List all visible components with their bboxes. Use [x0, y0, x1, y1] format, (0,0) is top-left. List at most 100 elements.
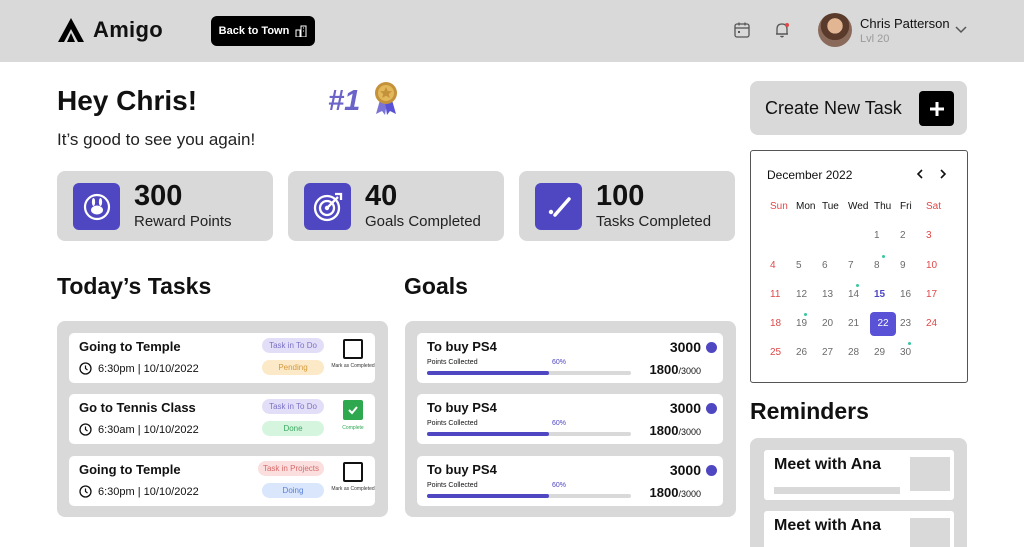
calendar-day[interactable]: 24	[924, 318, 950, 347]
bunny-icon	[73, 183, 120, 230]
task-category-badge: Task in To Do	[262, 338, 324, 353]
calendar-day[interactable]: 2	[898, 230, 924, 259]
calendar-day[interactable]: 17	[924, 289, 950, 318]
task-time: 6:30pm | 10/10/2022	[79, 485, 199, 498]
brand-name: Amigo	[93, 17, 163, 42]
create-task-label: Create New Task	[765, 98, 902, 118]
reminder-placeholder-line	[774, 487, 900, 494]
user-profile[interactable]: Chris Patterson Lvl 20	[818, 13, 950, 47]
bell-icon[interactable]	[773, 21, 791, 39]
calendar-day[interactable]: 28	[846, 347, 872, 376]
calendar-day[interactable]: 19	[794, 313, 820, 347]
calendar-day[interactable]: 18	[768, 318, 794, 347]
calendar-day[interactable]: 7	[846, 260, 872, 289]
goal-max-value: /3000	[678, 366, 701, 376]
mark-complete-label: Mark as Completed	[331, 486, 375, 492]
task-checkbox[interactable]	[343, 339, 363, 359]
chevron-left-icon[interactable]	[914, 168, 926, 180]
goal-progress-fill	[427, 371, 550, 375]
task-status-badge: Pending	[262, 360, 324, 375]
calendar-day[interactable]: 26	[794, 347, 820, 376]
calendar-empty-cell	[794, 230, 820, 259]
task-checkbox[interactable]	[343, 462, 363, 482]
event-dot	[856, 283, 859, 287]
goal-current: 1800/3000	[650, 423, 701, 438]
calendar-day[interactable]: 4	[768, 260, 794, 289]
task-time-text: 6:30pm | 10/10/2022	[98, 362, 199, 375]
calendar-day[interactable]: 5	[794, 260, 820, 289]
calendar-day[interactable]: 9	[898, 260, 924, 289]
reminder-thumbnail	[910, 457, 950, 491]
task-category-badge: Task in To Do	[262, 399, 324, 414]
task-time: 6:30pm | 10/10/2022	[79, 362, 199, 375]
goal-percent: 60%	[552, 420, 567, 427]
goal-subtitle: Points Collected	[427, 482, 478, 489]
task-card[interactable]: Going to Temple 6:30pm | 10/10/2022 Task…	[69, 456, 375, 506]
calendar-day[interactable]: 25	[768, 347, 794, 376]
goal-points: 3000	[669, 339, 701, 355]
task-time: 6:30am | 10/10/2022	[79, 423, 199, 436]
calendar-day[interactable]: 1	[872, 230, 898, 259]
calendar-day[interactable]: 13	[820, 289, 846, 318]
calendar-day[interactable]: 10	[924, 260, 950, 289]
goal-subtitle: Points Collected	[427, 420, 478, 427]
calendar-empty-cell	[820, 230, 846, 259]
goal-progress-fill	[427, 494, 550, 498]
calendar-day[interactable]: 11	[768, 289, 794, 318]
goal-title: To buy PS4	[427, 462, 497, 477]
goal-max-value: /3000	[678, 427, 701, 437]
buildings-icon	[295, 25, 307, 37]
goal-progress-fill	[427, 432, 550, 436]
calendar-day[interactable]: 20	[820, 318, 846, 347]
calendar-day[interactable]: 8	[872, 254, 898, 289]
calendar-weekday: Sat	[926, 201, 942, 212]
mark-complete-label: Mark as Completed	[331, 363, 375, 369]
calendar-month: December 2022	[767, 168, 853, 182]
amigo-logo-icon	[58, 18, 84, 42]
calendar-day[interactable]: 16	[898, 289, 924, 318]
calendar-weekday: Wed	[848, 201, 869, 212]
goal-progress-bar	[427, 494, 631, 498]
calendar-icon[interactable]	[733, 21, 751, 39]
calendar-widget: December 2022 Sun Mon Tue Wed Thu Fri Sat 1 2 3 4 5…	[750, 150, 968, 383]
stat-label: Goals Completed	[365, 213, 481, 230]
calendar-grid: Sun Mon Tue Wed Thu Fri Sat 1 2 3 4 5 6 7 8 9 10 11 12 13 14…	[768, 201, 964, 377]
reminder-title: Meet with Ana	[774, 456, 881, 473]
plus-icon	[919, 91, 954, 126]
reminder-title: Meet with Ana	[774, 517, 881, 534]
event-dot	[882, 254, 885, 258]
goal-current: 1800/3000	[650, 485, 701, 500]
avatar[interactable]	[818, 13, 852, 47]
goal-percent: 60%	[552, 359, 567, 366]
calendar-day[interactable]: 29	[872, 347, 898, 376]
mark-complete-label: Complete	[342, 425, 364, 431]
task-card[interactable]: Going to Temple 6:30pm | 10/10/2022 Task…	[69, 333, 375, 383]
task-checkbox[interactable]	[343, 400, 363, 420]
calendar-day[interactable]: 22	[870, 312, 898, 347]
top-bar: Amigo Back to Town Chris Patterson Lvl 2…	[0, 0, 1024, 62]
create-new-task-button[interactable]: Create New Task	[750, 81, 967, 135]
calendar-day[interactable]: 3	[924, 230, 950, 259]
reminder-card[interactable]: Meet with Ana	[764, 511, 954, 547]
calendar-day[interactable]: 14	[846, 283, 872, 318]
chevron-right-icon[interactable]	[937, 168, 949, 180]
calendar-day[interactable]: 6	[820, 260, 846, 289]
back-to-town-button[interactable]: Back to Town	[211, 16, 315, 46]
user-name: Chris Patterson	[860, 15, 950, 31]
goal-progress-bar	[427, 432, 631, 436]
goal-card[interactable]: To buy PS4 3000 Points Collected 60% 180…	[417, 333, 723, 383]
calendar-day[interactable]: 23	[898, 318, 924, 347]
reminder-card[interactable]: Meet with Ana	[764, 450, 954, 500]
goal-card[interactable]: To buy PS4 3000 Points Collected 60% 180…	[417, 456, 723, 506]
calendar-day[interactable]: 21	[846, 318, 872, 347]
chevron-down-icon[interactable]	[954, 25, 968, 35]
calendar-day[interactable]: 12	[794, 289, 820, 318]
calendar-day[interactable]: 30	[898, 342, 924, 376]
brand-logo[interactable]: Amigo	[57, 17, 163, 43]
goal-progress-bar	[427, 371, 631, 375]
goal-card[interactable]: To buy PS4 3000 Points Collected 60% 180…	[417, 394, 723, 444]
task-card[interactable]: Go to Tennis Class 6:30am | 10/10/2022 T…	[69, 394, 375, 444]
calendar-day[interactable]: 27	[820, 347, 846, 376]
reminders-panel: Meet with Ana Meet with Ana	[750, 438, 967, 547]
stat-value: 40	[365, 180, 398, 212]
